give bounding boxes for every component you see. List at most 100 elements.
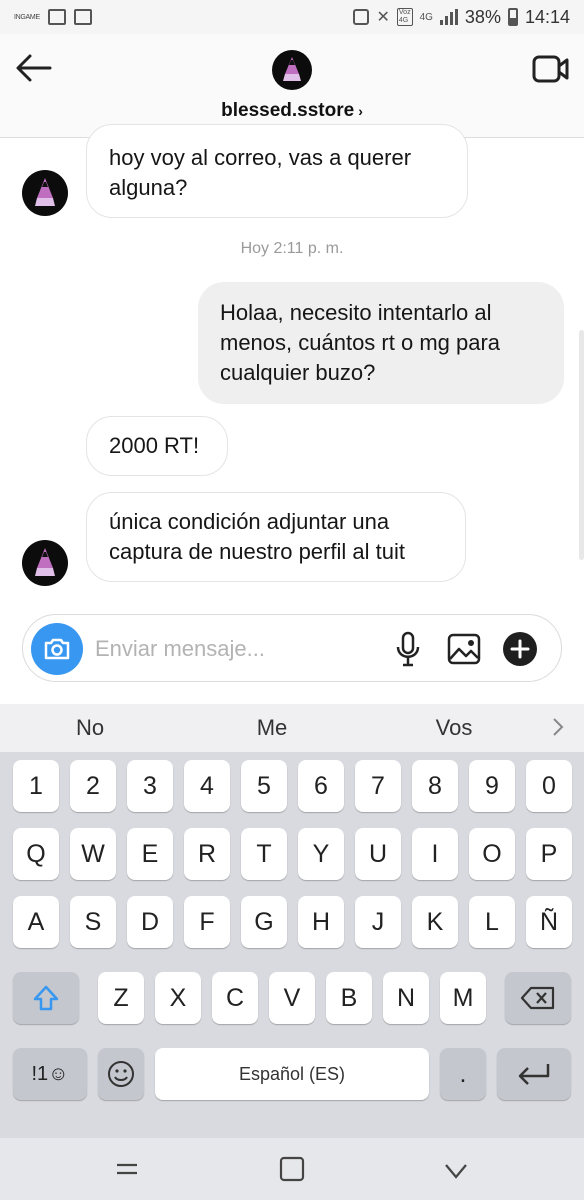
key-2[interactable]: 2: [70, 760, 116, 812]
volte-indicator: Voz 4G: [396, 8, 413, 26]
expand-suggestions-button[interactable]: [550, 716, 566, 738]
key-3[interactable]: 3: [127, 760, 173, 812]
message-composer: [22, 614, 562, 682]
key-h[interactable]: H: [298, 896, 344, 948]
username-text: blessed.sstore: [221, 100, 355, 121]
alarm-icon: [353, 9, 370, 25]
key-p[interactable]: P: [526, 828, 572, 880]
key-d[interactable]: D: [127, 896, 173, 948]
period-key[interactable]: .: [440, 1048, 486, 1100]
message-text: única condición adjuntar una captura de …: [109, 509, 405, 564]
key-y[interactable]: Y: [298, 828, 344, 880]
suggestion-item[interactable]: Vos: [374, 704, 534, 752]
key-1[interactable]: 1: [13, 760, 59, 812]
message-bubble-incoming[interactable]: única condición adjuntar una captura de …: [86, 492, 466, 582]
message-bubble-outgoing[interactable]: Holaa, necesito intentarlo al menos, cuá…: [198, 282, 564, 404]
key-6[interactable]: 6: [298, 760, 344, 812]
key-enye[interactable]: Ñ: [526, 896, 572, 948]
key-m[interactable]: M: [440, 972, 486, 1024]
key-u[interactable]: U: [355, 828, 401, 880]
home-square-icon: [279, 1156, 305, 1182]
scrollbar[interactable]: [579, 330, 584, 560]
signal-icon: [439, 9, 458, 25]
voice-message-button[interactable]: [393, 631, 423, 667]
network-type: 4G: [419, 11, 433, 23]
video-camera-icon: [532, 55, 569, 83]
sender-avatar[interactable]: [22, 540, 68, 586]
microphone-icon: [396, 631, 420, 667]
key-z[interactable]: Z: [98, 972, 144, 1024]
key-s[interactable]: S: [70, 896, 116, 948]
key-c[interactable]: C: [212, 972, 258, 1024]
key-x[interactable]: X: [155, 972, 201, 1024]
key-7[interactable]: 7: [355, 760, 401, 812]
key-w[interactable]: W: [70, 828, 116, 880]
message-text: 2000 RT!: [109, 433, 200, 458]
back-nav-button[interactable]: [440, 1153, 472, 1185]
space-key[interactable]: Español (ES): [155, 1048, 429, 1100]
backspace-key[interactable]: [505, 972, 571, 1024]
header-avatar[interactable]: [272, 50, 312, 90]
key-g[interactable]: G: [241, 896, 287, 948]
key-k[interactable]: K: [412, 896, 458, 948]
key-l[interactable]: L: [469, 896, 515, 948]
chat-header: blessed.sstore ›: [0, 34, 584, 138]
key-t[interactable]: T: [241, 828, 287, 880]
suggestion-item[interactable]: No: [10, 704, 170, 752]
recent-apps-button[interactable]: [111, 1153, 143, 1185]
key-o[interactable]: O: [469, 828, 515, 880]
key-j[interactable]: J: [355, 896, 401, 948]
suggestion-item[interactable]: Me: [192, 704, 352, 752]
message-text: Holaa, necesito intentarlo al menos, cuá…: [220, 300, 501, 385]
system-nav-bar: [0, 1138, 584, 1200]
sender-avatar[interactable]: [22, 170, 68, 216]
battery-icon: [507, 8, 518, 26]
enter-icon: [518, 1064, 550, 1085]
shift-key[interactable]: [13, 972, 79, 1024]
chat-username[interactable]: blessed.sstore ›: [0, 100, 584, 122]
key-v[interactable]: V: [269, 972, 315, 1024]
key-n[interactable]: N: [383, 972, 429, 1024]
key-a[interactable]: A: [13, 896, 59, 948]
chevron-down-icon: [445, 1164, 467, 1179]
key-r[interactable]: R: [184, 828, 230, 880]
video-call-button[interactable]: [532, 54, 570, 84]
more-options-button[interactable]: [503, 632, 537, 666]
home-button[interactable]: [276, 1153, 308, 1185]
gallery-button[interactable]: [447, 633, 481, 665]
soft-keyboard: No Me Vos 1 2 3 4 5 6 7 8 9 0 Q W E R T …: [0, 704, 584, 1138]
enter-key[interactable]: [497, 1048, 571, 1100]
key-b[interactable]: B: [326, 972, 372, 1024]
suggestion-bar: No Me Vos: [0, 704, 584, 752]
back-button[interactable]: [14, 52, 54, 84]
message-text: hoy voy al correo, vas a querer alguna?: [109, 145, 412, 200]
key-0[interactable]: 0: [526, 760, 572, 812]
message-timestamp: Hoy 2:11 p. m.: [240, 240, 344, 257]
gallery-notification-icon: [47, 9, 66, 25]
clock: 14:14: [524, 6, 570, 27]
chevron-right-icon: ›: [358, 103, 363, 119]
key-5[interactable]: 5: [241, 760, 287, 812]
mute-icon: ✕: [376, 9, 390, 26]
message-input[interactable]: [95, 632, 385, 666]
message-bubble-incoming[interactable]: 2000 RT!: [86, 416, 228, 476]
camera-button[interactable]: [31, 623, 83, 675]
key-f[interactable]: F: [184, 896, 230, 948]
battery-percent: 38%: [464, 6, 501, 27]
backspace-icon: [520, 986, 555, 1010]
symbols-key[interactable]: !1☺: [13, 1048, 87, 1100]
key-i[interactable]: I: [412, 828, 458, 880]
screenshot-notification-icon: [73, 9, 92, 25]
smiley-icon: [108, 1061, 134, 1087]
recent-apps-icon: [117, 1163, 137, 1175]
status-bar: INGAME ✕ Voz 4G 4G 38% 14:14: [0, 0, 584, 34]
key-9[interactable]: 9: [469, 760, 515, 812]
chevron-right-icon: [553, 718, 564, 736]
key-4[interactable]: 4: [184, 760, 230, 812]
key-q[interactable]: Q: [13, 828, 59, 880]
image-icon: [447, 633, 481, 665]
emoji-key[interactable]: [98, 1048, 144, 1100]
message-bubble-incoming[interactable]: hoy voy al correo, vas a querer alguna?: [86, 124, 468, 218]
key-e[interactable]: E: [127, 828, 173, 880]
key-8[interactable]: 8: [412, 760, 458, 812]
